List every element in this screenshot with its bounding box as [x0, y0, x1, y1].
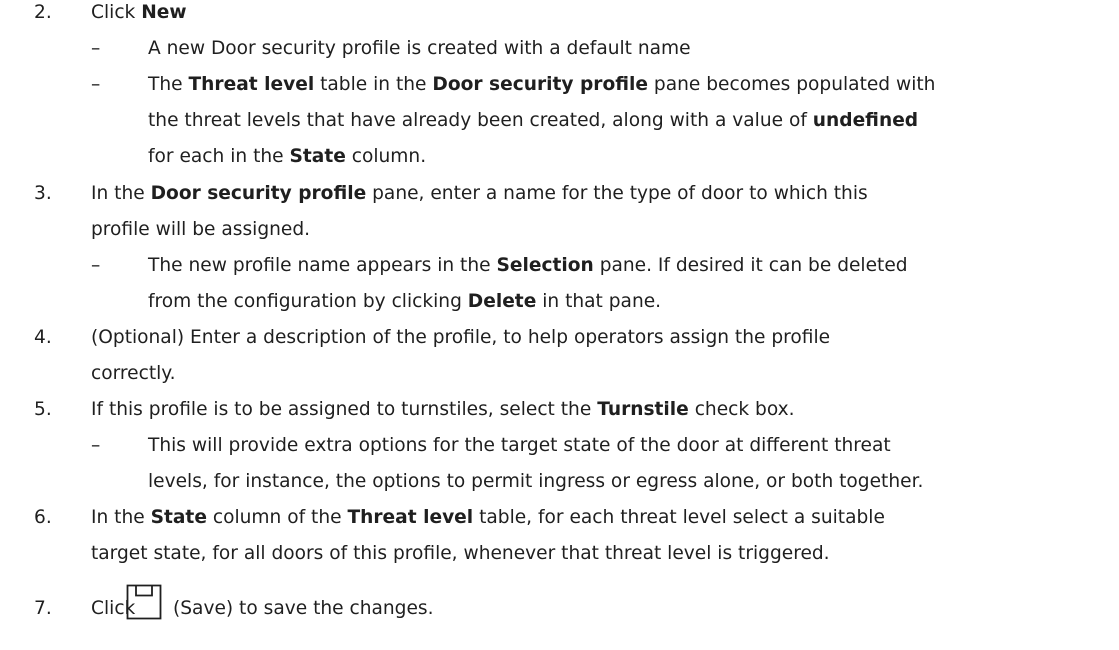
text-part: pane becomes populated with — [648, 74, 936, 95]
bullet-text: A new Door security profile is created w… — [148, 38, 691, 59]
step-text: If this profile is to be assigned to tur… — [91, 397, 795, 423]
text-part: table in the — [314, 74, 433, 95]
threat-level-reference: Threat level — [347, 507, 474, 528]
text-part: for each in the — [148, 146, 290, 167]
step-text: Click New — [91, 0, 187, 26]
bullet-text: The new profile name appears in the Sele… — [148, 253, 908, 279]
text-part: column. — [345, 146, 427, 167]
new-button-reference: New — [141, 2, 187, 23]
bullet-text: for each in the State column. — [148, 144, 426, 170]
save-icon — [126, 584, 162, 620]
bullet-dash: – — [91, 255, 101, 276]
text-part: If this profile is to be assigned to tur… — [91, 399, 598, 420]
bullet-text: This will provide extra options for the … — [148, 435, 891, 456]
text-part: In the — [91, 507, 151, 528]
text-part: The new profile name appears in the — [148, 255, 497, 276]
step-number: 6. — [34, 507, 52, 528]
step-text: In the State column of the Threat level … — [91, 505, 885, 531]
step-text: correctly. — [91, 363, 176, 384]
door-security-profile-reference: Door security profile — [432, 74, 649, 95]
text-part: pane. If desired it can be deleted — [593, 255, 908, 276]
threat-level-reference: Threat level — [188, 74, 315, 95]
bullet-dash: – — [91, 435, 101, 456]
bullet-text: levels, for instance, the options to per… — [148, 471, 924, 492]
text-part: pane, enter a name for the type of door … — [366, 183, 868, 204]
step-number: 3. — [34, 183, 52, 204]
bullet-text: The Threat level table in the Door secur… — [148, 72, 935, 98]
text-part: the threat levels that have already been… — [148, 110, 813, 131]
bullet-dash: – — [91, 38, 101, 59]
step-text: In the Door security profile pane, enter… — [91, 181, 868, 207]
step-number: 5. — [34, 399, 52, 420]
undefined-value-reference: undefined — [812, 110, 919, 131]
selection-pane-reference: Selection — [496, 255, 594, 276]
document-page: { "step2": { "num": "2.", "pre": "Click … — [0, 0, 1119, 650]
turnstile-checkbox-reference: Turnstile — [597, 399, 689, 420]
step-text-part: Click — [91, 2, 142, 23]
bullet-text: the threat levels that have already been… — [148, 108, 918, 134]
step-text: (Optional) Enter a description of the pr… — [91, 327, 831, 348]
text-part: check box. — [688, 399, 795, 420]
step-text: target state, for all doors of this prof… — [91, 543, 830, 564]
step-text: (Save) to save the changes. — [173, 598, 434, 619]
text-part: column of the — [206, 507, 348, 528]
text-part: table, for each threat level select a su… — [473, 507, 885, 528]
text-part: in that pane. — [536, 291, 662, 312]
step-number: 2. — [34, 2, 52, 23]
bullet-text: from the configuration by clicking Delet… — [148, 289, 661, 315]
step-text: profile will be assigned. — [91, 219, 311, 240]
text-part: from the configuration by clicking — [148, 291, 468, 312]
door-security-profile-reference: Door security profile — [150, 183, 367, 204]
state-column-reference: State — [289, 146, 346, 167]
step-number: 7. — [34, 598, 52, 619]
state-column-reference: State — [150, 507, 207, 528]
delete-button-reference: Delete — [467, 291, 537, 312]
step-number: 4. — [34, 327, 52, 348]
text-part: In the — [91, 183, 151, 204]
bullet-dash: – — [91, 74, 101, 95]
text-part: The — [148, 74, 189, 95]
